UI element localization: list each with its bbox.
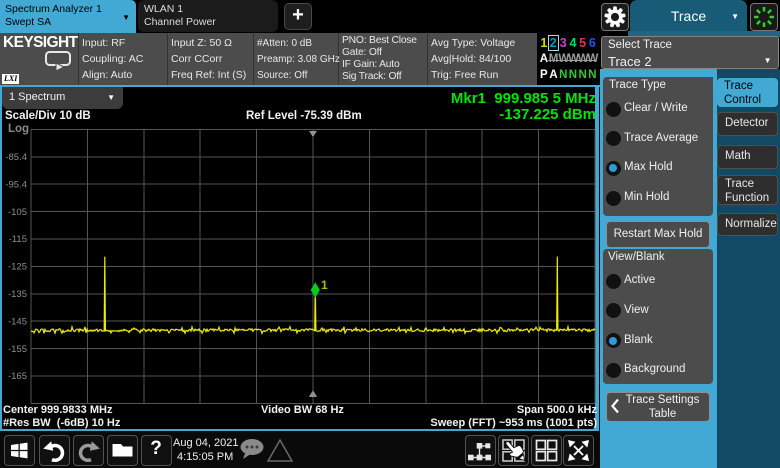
svg-text:-155: -155 [8, 344, 27, 355]
svg-text:-105: -105 [8, 207, 27, 218]
svg-text:-135: -135 [8, 289, 27, 300]
svg-text:-95.4: -95.4 [5, 179, 27, 190]
svg-text:-145: -145 [8, 316, 27, 327]
svg-text:-165: -165 [8, 371, 27, 382]
svg-text:-125: -125 [8, 262, 27, 273]
svg-text:1: 1 [321, 278, 328, 292]
svg-text:-115: -115 [9, 234, 27, 245]
svg-text:-85.4: -85.4 [5, 152, 27, 163]
